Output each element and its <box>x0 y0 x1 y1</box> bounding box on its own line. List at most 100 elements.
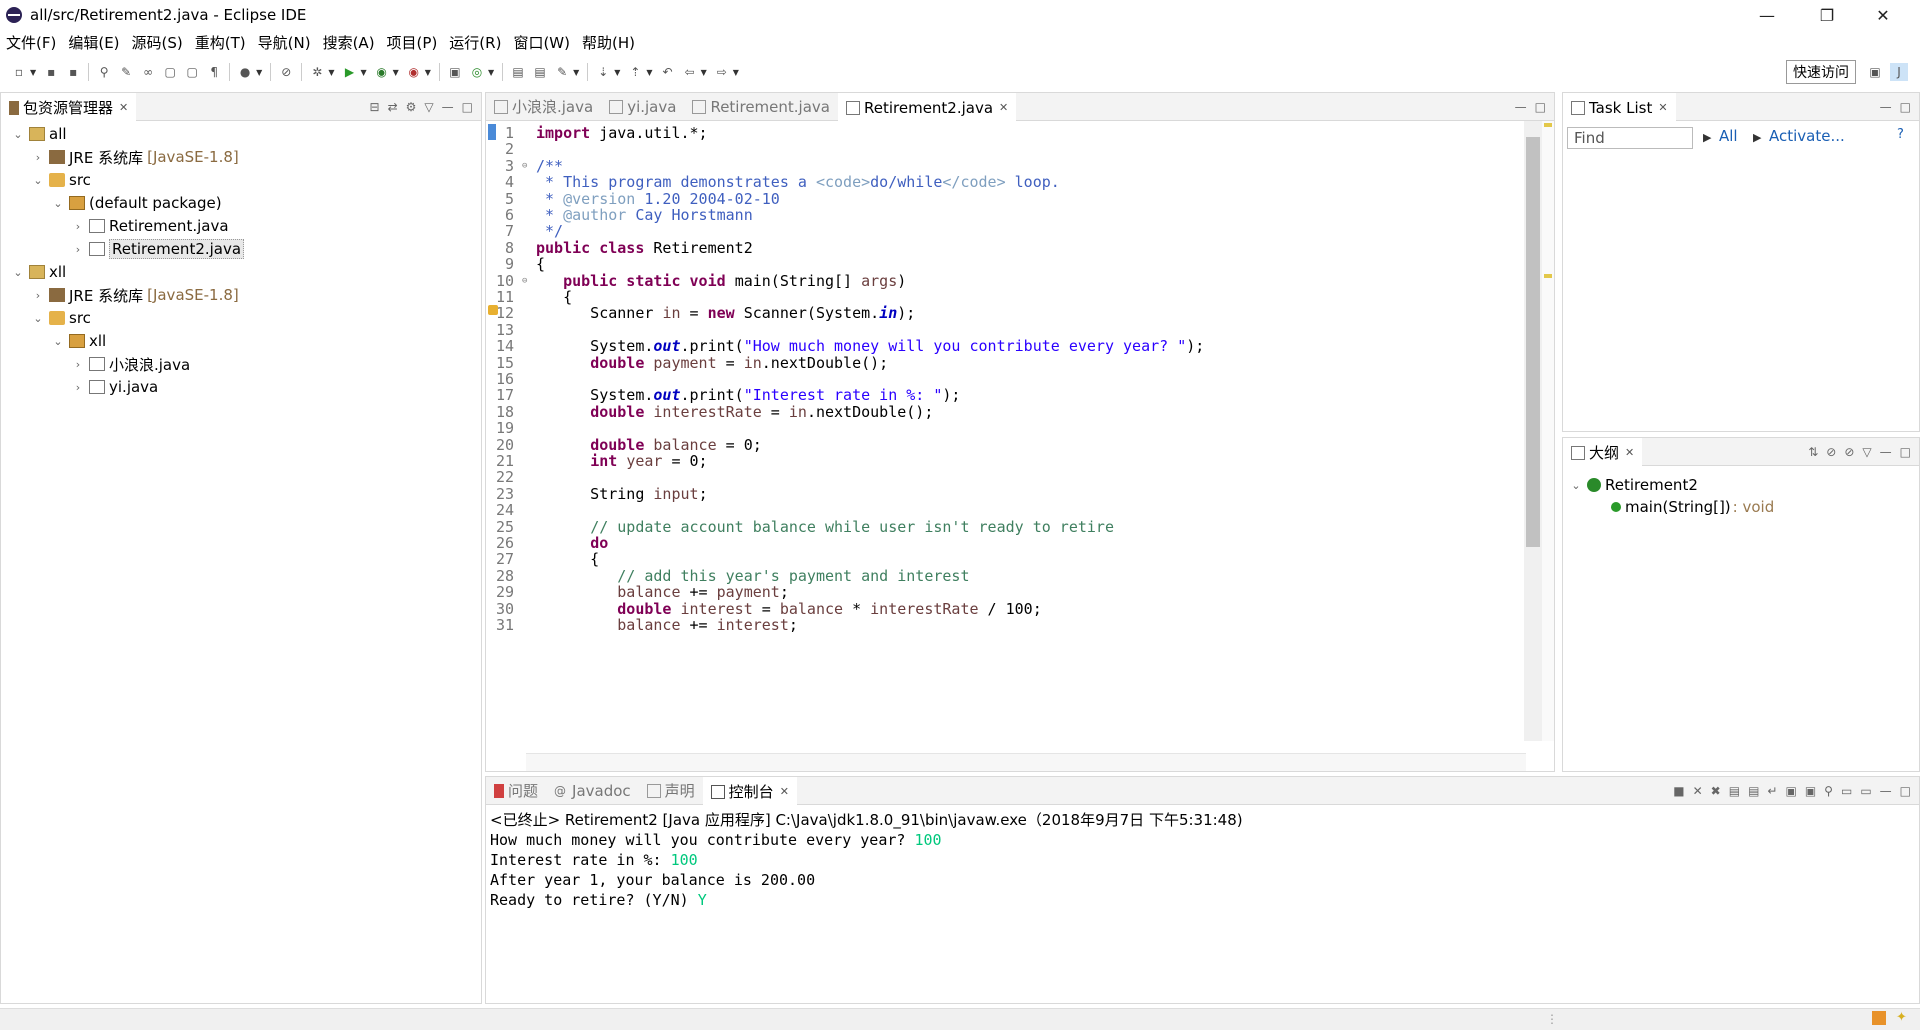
link-icon[interactable]: ∞ <box>139 63 157 81</box>
editor-horizontal-scrollbar[interactable] <box>526 753 1526 771</box>
editor-vertical-scrollbar[interactable] <box>1524 121 1542 741</box>
page-icon[interactable]: ▢ <box>183 63 201 81</box>
minimize-icon[interactable]: — <box>1880 100 1892 114</box>
outline-class-node[interactable]: ⌄ Retirement2 <box>1569 474 1697 496</box>
display-console-icon[interactable]: ▭ <box>1841 784 1852 798</box>
link-with-editor-icon[interactable]: ⇄ <box>388 100 398 114</box>
minimize-icon[interactable]: — <box>1515 100 1527 114</box>
fold-icon[interactable]: ⊖ <box>522 161 532 171</box>
next-annotation-icon[interactable]: ⇣ <box>594 63 612 81</box>
menu-file[interactable]: 文件(F) <box>0 32 62 53</box>
maximize-icon[interactable]: □ <box>1900 100 1911 114</box>
tab-problems[interactable]: 问题 <box>486 777 546 805</box>
pin-icon[interactable]: ⚲ <box>95 63 113 81</box>
new-icon[interactable]: ▫ <box>10 63 28 81</box>
scrollbar-thumb[interactable] <box>1526 137 1540 547</box>
tree-item[interactable]: › Retirement.java <box>71 215 229 237</box>
chevron-down-icon[interactable]: ⌄ <box>51 197 65 210</box>
overview-ruler[interactable] <box>1542 121 1554 741</box>
chevron-down-icon[interactable]: ▼ <box>733 68 739 77</box>
terminate-icon[interactable]: ■ <box>1673 784 1684 798</box>
tree-item[interactable]: › Retirement2.java <box>71 238 245 260</box>
chevron-down-icon[interactable]: ⌄ <box>51 335 65 348</box>
coverage-icon[interactable]: ◉ <box>373 63 391 81</box>
menu-project[interactable]: 项目(P) <box>381 32 444 53</box>
chevron-right-icon[interactable]: › <box>31 151 45 164</box>
close-button[interactable]: ✕ <box>1860 0 1906 30</box>
chevron-down-icon[interactable]: ▼ <box>393 68 399 77</box>
quick-access-field[interactable]: 快速访问 <box>1786 60 1856 84</box>
maximize-icon[interactable]: □ <box>462 100 473 114</box>
hide-static-icon[interactable]: ⊘ <box>1844 445 1854 459</box>
view-menu-icon[interactable]: ▽ <box>1862 445 1871 459</box>
close-icon[interactable]: ✕ <box>999 101 1008 114</box>
chevron-down-icon[interactable]: ⌄ <box>31 174 45 187</box>
help-icon[interactable]: ? <box>1897 127 1904 142</box>
minimize-button[interactable]: — <box>1744 0 1790 30</box>
tree-item[interactable]: ⌄ xll <box>11 261 66 283</box>
close-icon[interactable]: ✕ <box>780 785 789 798</box>
tab-yi[interactable]: yi.java <box>601 93 684 121</box>
close-icon[interactable]: ✕ <box>1658 101 1667 114</box>
show-stderr-icon[interactable]: ▣ <box>1805 784 1816 798</box>
block-icon[interactable]: ▢ <box>161 63 179 81</box>
new-class-icon[interactable]: ◎ <box>468 63 486 81</box>
skip-breakpoints-icon[interactable]: ⊘ <box>277 63 295 81</box>
menu-source[interactable]: 源码(S) <box>126 32 189 53</box>
tree-item[interactable]: ⌄ all <box>11 123 66 145</box>
outline-method-node[interactable]: main(String[]) : void <box>1607 496 1774 518</box>
last-edit-icon[interactable]: ↶ <box>659 63 677 81</box>
filter-icon[interactable]: ⚙ <box>406 100 417 114</box>
menu-search[interactable]: 搜索(A) <box>317 32 381 53</box>
debug-icon[interactable]: ✲ <box>308 63 326 81</box>
external-tools-icon[interactable]: ◉ <box>405 63 423 81</box>
close-icon[interactable]: ✕ <box>1625 446 1634 459</box>
annotation-marker[interactable] <box>1544 274 1552 278</box>
restore-button[interactable]: ❐ <box>1804 0 1850 30</box>
menu-help[interactable]: 帮助(H) <box>576 32 641 53</box>
sort-icon[interactable]: ⇅ <box>1808 445 1818 459</box>
forward-icon[interactable]: ⇨ <box>713 63 731 81</box>
close-icon[interactable]: ✕ <box>119 101 128 114</box>
chevron-down-icon[interactable]: ▼ <box>30 68 36 77</box>
collapse-all-icon[interactable]: ⊟ <box>370 100 380 114</box>
maximize-icon[interactable]: □ <box>1900 445 1911 459</box>
tree-item[interactable]: › 小浪浪.java <box>71 353 190 375</box>
task-find-input[interactable]: Find <box>1567 127 1693 149</box>
tree-item[interactable]: › JRE 系统库 [JavaSE-1.8] <box>31 284 239 306</box>
tab-outline[interactable]: 大纲 ✕ <box>1563 437 1643 466</box>
open-type-icon[interactable]: ▤ <box>509 63 527 81</box>
hide-fields-icon[interactable]: ⊘ <box>1826 445 1836 459</box>
tree-item[interactable]: ⌄ src <box>31 169 91 191</box>
tab-javadoc[interactable]: @ Javadoc <box>546 777 639 805</box>
open-folder-icon[interactable]: ▤ <box>531 63 549 81</box>
maximize-icon[interactable]: □ <box>1535 100 1546 114</box>
scroll-lock-icon[interactable]: ▤ <box>1748 784 1759 798</box>
lightbulb-icon[interactable]: ✦ <box>1896 1010 1907 1025</box>
activate-link[interactable]: Activate... <box>1769 127 1845 145</box>
chevron-down-icon[interactable]: ▼ <box>701 68 707 77</box>
word-wrap-icon[interactable]: ↵ <box>1767 784 1777 798</box>
back-icon[interactable]: ⇦ <box>681 63 699 81</box>
tab-console[interactable]: 控制台 ✕ <box>702 776 797 805</box>
minimize-icon[interactable]: — <box>1880 445 1892 459</box>
maximize-icon[interactable]: □ <box>1900 784 1911 798</box>
tab-task-list[interactable]: Task List ✕ <box>1563 92 1676 121</box>
console-output[interactable]: How much money will you contribute every… <box>490 831 942 911</box>
minimize-icon[interactable]: — <box>442 100 454 114</box>
menu-edit[interactable]: 编辑(E) <box>62 32 125 53</box>
chevron-down-icon[interactable]: ⌄ <box>1569 479 1583 492</box>
chevron-down-icon[interactable]: ▼ <box>614 68 620 77</box>
tab-xiaolanglang[interactable]: 小浪浪.java <box>486 93 601 121</box>
wand-icon[interactable]: ✎ <box>117 63 135 81</box>
tree-item[interactable]: › yi.java <box>71 376 158 398</box>
remove-all-icon[interactable]: ✖ <box>1711 784 1721 798</box>
run-icon[interactable]: ▶ <box>340 63 358 81</box>
paragraph-icon[interactable]: ¶ <box>205 63 223 81</box>
chevron-right-icon[interactable]: › <box>71 220 85 233</box>
warning-icon[interactable] <box>488 305 498 315</box>
tab-package-explorer[interactable]: 包资源管理器 ✕ <box>1 92 137 121</box>
tree-item[interactable]: › JRE 系统库 [JavaSE-1.8] <box>31 146 239 168</box>
save-icon[interactable]: ▪ <box>42 63 60 81</box>
open-console-icon[interactable]: ▭ <box>1860 784 1871 798</box>
